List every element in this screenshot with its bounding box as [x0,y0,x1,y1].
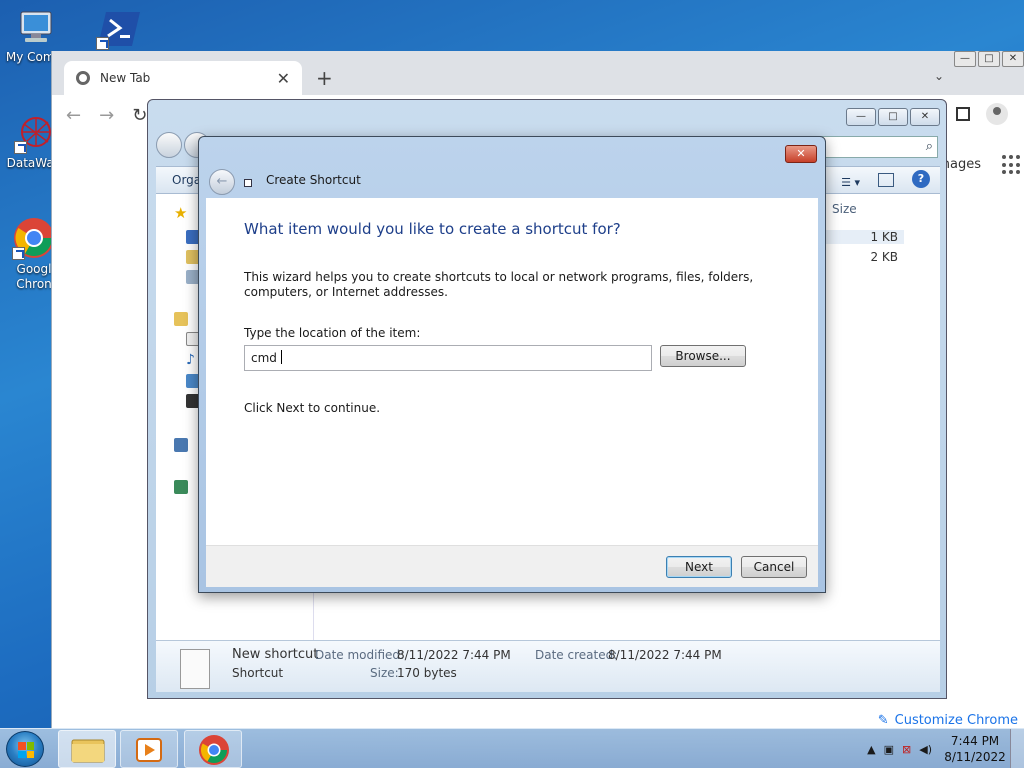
customize-chrome-button[interactable]: ✎ Customize Chrome [878,713,1018,728]
details-date-created-label: Date created: [535,648,618,662]
view-options-chevron-icon[interactable]: ☰ ▾ [841,170,860,196]
windows-logo-icon [18,742,34,758]
customize-chrome-label: Customize Chrome [894,713,1018,728]
location-label: Type the location of the item: [244,326,421,340]
desktop-icon-powershell[interactable] [88,8,148,52]
favorites-star-icon[interactable]: ★ [174,204,188,222]
profile-avatar-icon[interactable] [986,103,1008,125]
clock-time: 7:44 PM [950,734,1000,748]
network-icon[interactable]: ⊠ [902,743,911,756]
taskbar-chrome[interactable] [184,730,242,768]
new-tab-button[interactable]: + [316,66,333,90]
pencil-icon: ✎ [877,713,889,728]
cancel-button[interactable]: Cancel [741,556,807,578]
chrome-icon [199,735,229,765]
browse-button[interactable]: Browse... [660,345,746,367]
create-shortcut-dialog: ✕ ← Create Shortcut What item would you … [198,136,826,593]
close-button[interactable]: ✕ [910,108,940,126]
minimize-button[interactable]: — [846,108,876,126]
chrome-tab-favicon-icon [76,71,90,85]
explorer-back-button[interactable] [156,132,182,158]
text-caret [280,350,282,364]
maximize-button[interactable]: □ [978,51,1000,67]
dialog-content: What item would you like to create a sho… [206,198,818,587]
tab-close-icon[interactable]: ✕ [277,69,290,88]
maximize-button[interactable]: □ [878,108,908,126]
images-link[interactable]: nages [942,157,981,172]
details-file-name: New shortcut [232,647,319,662]
preview-pane-icon[interactable] [878,173,894,187]
next-button[interactable]: Next [666,556,732,578]
minimize-button[interactable]: — [954,51,976,67]
computer-icon [13,8,55,48]
show-desktop-button[interactable] [1010,729,1024,768]
side-panel-icon[interactable] [956,107,970,121]
wizard-heading: What item would you like to create a sho… [244,220,621,238]
google-apps-icon[interactable] [1002,155,1022,175]
reload-icon[interactable]: ↻ [132,105,147,126]
libraries-folder-icon[interactable] [174,312,188,326]
back-arrow-icon[interactable]: ← [66,105,81,126]
volume-icon[interactable]: ◀) [919,743,932,756]
powershell-icon [96,8,140,50]
taskbar-media-player[interactable] [120,730,178,768]
close-button[interactable]: ✕ [1002,51,1024,67]
dialog-close-button[interactable]: ✕ [785,145,817,163]
chrome-icon [12,216,56,260]
taskbar: ▲ ▣ ⊠ ◀) 7:44 PM 8/11/2022 [0,728,1024,768]
shortcut-wizard-icon [244,179,252,187]
start-button[interactable] [6,731,44,767]
file-size-cell: 1 KB [824,230,904,244]
dialog-title: Create Shortcut [266,173,361,187]
chrome-tab-strip: New Tab ✕ + ⌄ — □ ✕ [52,51,1024,95]
file-size-cell: 2 KB [870,250,898,264]
details-size-label: Size: [370,666,399,680]
continue-instruction: Click Next to continue. [244,401,381,415]
forward-arrow-icon[interactable]: → [99,105,114,126]
organize-menu[interactable]: Orga [172,173,201,187]
clock-date: 8/11/2022 [944,750,1006,764]
datawag-icon [14,114,54,154]
chrome-window-controls: — □ ✕ [954,51,1024,67]
details-date-modified: 8/11/2022 7:44 PM [397,648,511,662]
network-nav-icon[interactable] [174,480,188,494]
action-center-icon[interactable]: ▣ [884,743,894,756]
shortcut-file-icon [180,649,210,689]
tab-search-chevron-icon[interactable]: ⌄ [934,69,944,83]
computer-nav-icon[interactable] [174,438,188,452]
media-player-icon [136,738,162,762]
wizard-description: This wizard helps you to create shortcut… [244,270,754,299]
details-date-modified-label: Date modified: [315,648,405,662]
taskbar-explorer[interactable] [58,730,116,768]
shortcut-arrow-icon [12,247,25,260]
shortcut-arrow-icon [14,141,27,154]
explorer-window-controls: — □ ✕ [846,108,940,126]
chrome-toolbar-right [956,103,1008,125]
explorer-details-pane: New shortcut Shortcut Date modified: 8/1… [156,640,940,692]
tab-new-tab[interactable]: New Tab ✕ [64,61,302,95]
column-header-size[interactable]: Size [832,202,857,216]
help-icon[interactable]: ? [912,170,930,188]
tray-overflow-arrow-icon[interactable]: ▲ [867,743,875,756]
wizard-back-button[interactable]: ← [209,169,235,195]
system-tray: ▲ ▣ ⊠ ◀) 7:44 PM 8/11/2022 [867,729,1024,768]
details-size: 170 bytes [397,666,457,680]
details-date-created: 8/11/2022 7:44 PM [608,648,722,662]
tab-title: New Tab [100,71,151,85]
shortcut-arrow-icon [96,37,109,50]
details-file-type: Shortcut [232,666,284,680]
explorer-view-tools: ☰ ▾ ? [841,170,930,196]
taskbar-clock[interactable]: 7:44 PM 8/11/2022 [940,733,1010,765]
search-icon: ⌕ [925,139,933,154]
dialog-footer: Next Cancel [206,545,818,587]
folder-icon [71,739,105,763]
location-input[interactable]: cmd [244,345,652,371]
location-input-value: cmd [251,351,277,365]
